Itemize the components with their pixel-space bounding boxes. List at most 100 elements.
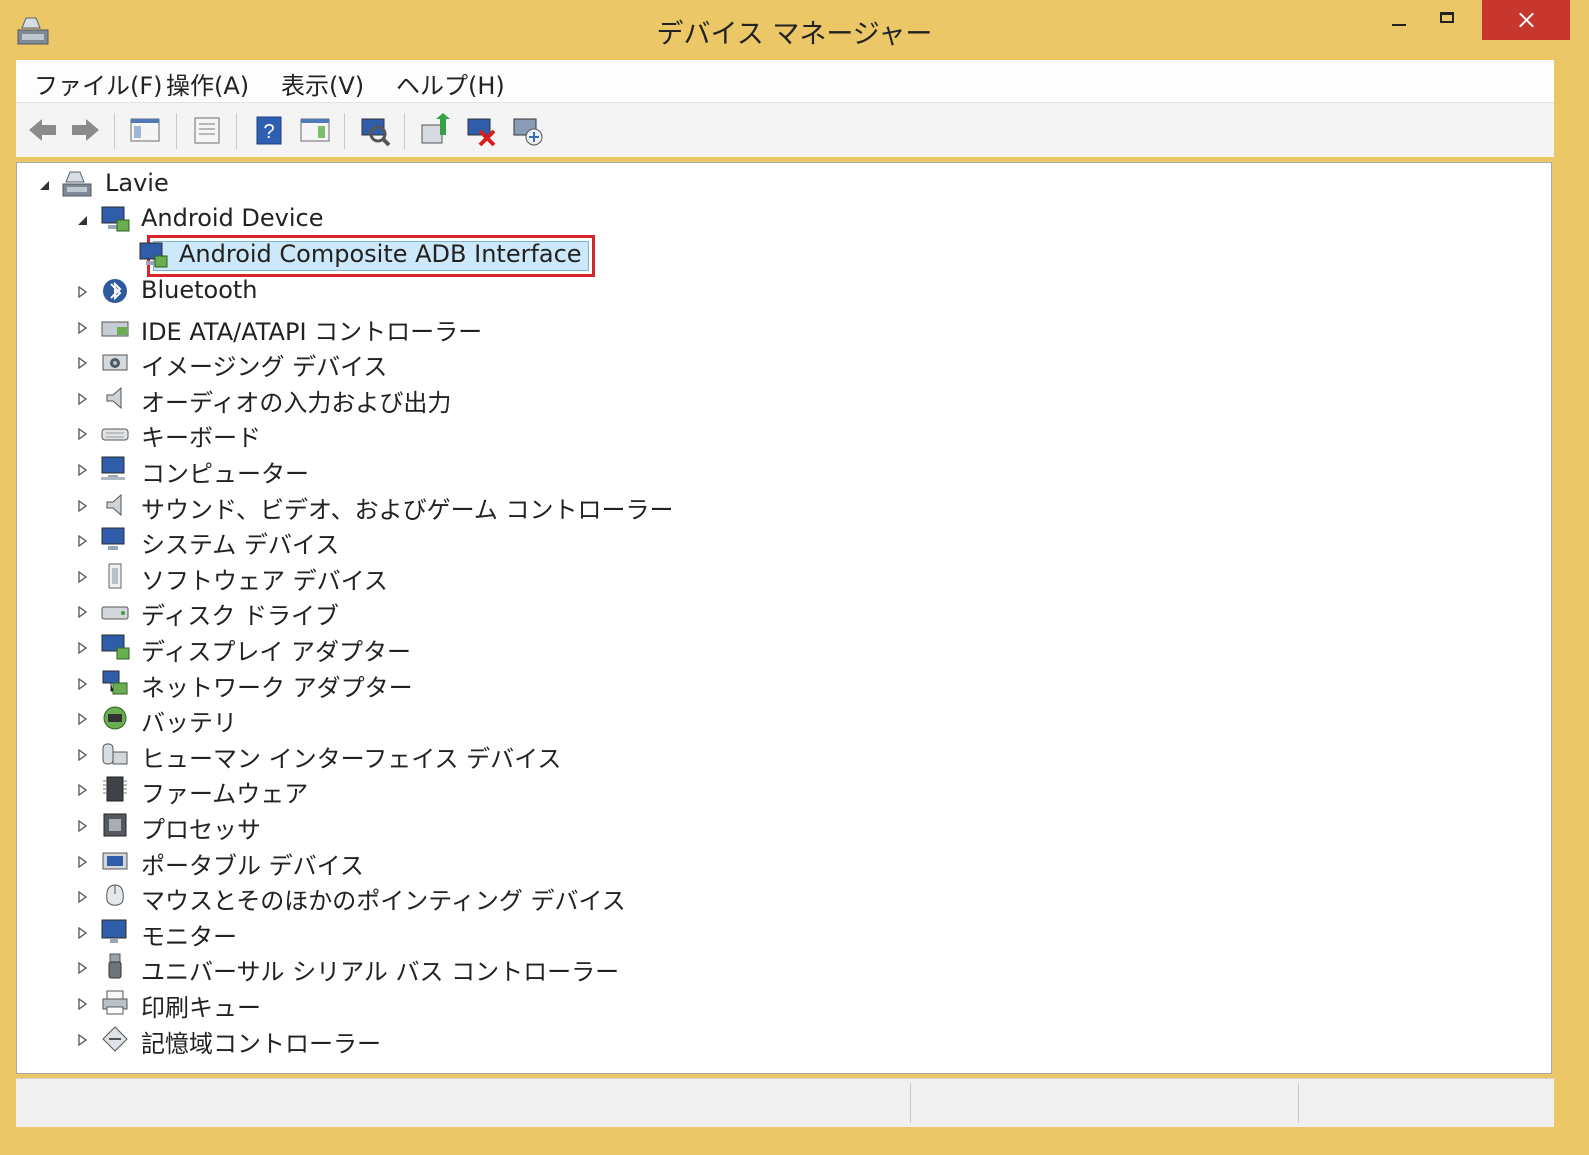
- expanded-arrow-icon[interactable]: [37, 178, 51, 192]
- category-node-usb-controller[interactable]: ユニバーサル シリアル バス コントローラー: [75, 951, 619, 986]
- category-label: 印刷キュー: [141, 994, 261, 1022]
- category-label: モニター: [141, 922, 237, 951]
- collapsed-arrow-icon[interactable]: [75, 605, 89, 619]
- close-button[interactable]: [1482, 0, 1570, 40]
- tree-root-label: Lavie: [105, 169, 169, 197]
- bluetooth-icon: [103, 279, 127, 303]
- collapsed-arrow-icon[interactable]: [75, 819, 89, 833]
- collapsed-arrow-icon[interactable]: [75, 961, 89, 975]
- collapsed-arrow-icon[interactable]: [75, 463, 89, 477]
- collapsed-arrow-icon[interactable]: [75, 926, 89, 940]
- ide-controller-icon: [101, 321, 129, 337]
- display-adapter-icon: [101, 634, 130, 660]
- category-node-processor[interactable]: プロセッサ: [75, 809, 595, 844]
- svg-text:?: ?: [263, 121, 274, 143]
- category-node-audio-input-output[interactable]: オーディオの入力および出力: [75, 382, 595, 417]
- category-node-network-adapter[interactable]: ネットワーク アダプター: [75, 667, 595, 702]
- category-node-firmware[interactable]: ファームウェア: [75, 773, 595, 808]
- category-node-keyboard[interactable]: キーボード: [75, 417, 595, 452]
- menu-bar: ファイル(F) 操作(A) 表示(V) ヘルプ(H): [16, 60, 1554, 102]
- android-adb-interface-node[interactable]: Android Composite ADB Interface: [137, 239, 582, 273]
- toolbar-separator: [344, 113, 345, 149]
- category-node-print-queue[interactable]: 印刷キュー: [75, 987, 595, 1022]
- disk-drive-icon: [101, 606, 129, 620]
- collapsed-arrow-icon[interactable]: [75, 534, 89, 548]
- menu-view[interactable]: 表示(V): [281, 66, 364, 101]
- android-device-icon: [101, 206, 130, 232]
- category-node-system-device[interactable]: システム デバイス: [75, 524, 595, 560]
- help-icon[interactable]: ?: [252, 113, 286, 147]
- category-label: ソフトウェア デバイス: [141, 566, 388, 595]
- software-device-icon: [108, 563, 122, 589]
- minimize-button[interactable]: [1378, 0, 1418, 40]
- forward-icon[interactable]: [68, 113, 102, 147]
- category-node-display-adapter[interactable]: ディスプレイ アダプター: [75, 631, 595, 666]
- mouse-icon: [106, 884, 124, 906]
- collapsed-arrow-icon[interactable]: [75, 641, 89, 655]
- action-pane-icon[interactable]: [298, 113, 332, 147]
- collapsed-arrow-icon[interactable]: [75, 677, 89, 691]
- processor-icon: [103, 813, 127, 837]
- collapsed-arrow-icon[interactable]: [75, 499, 89, 513]
- scan-hardware-icon[interactable]: [358, 113, 392, 147]
- category-node-bluetooth[interactable]: Bluetooth: [75, 275, 595, 309]
- collapsed-arrow-icon[interactable]: [75, 855, 89, 869]
- tree-root-node[interactable]: Lavie: [37, 168, 237, 202]
- category-label: ディスク ドライブ: [141, 602, 339, 631]
- collapsed-arrow-icon[interactable]: [75, 1033, 89, 1047]
- category-node-imaging-device[interactable]: イメージング デバイス: [75, 346, 595, 382]
- category-label: システム デバイス: [141, 531, 340, 560]
- category-label: コンピューター: [141, 460, 309, 488]
- category-node-portable-device[interactable]: ポータブル デバイス: [75, 845, 595, 880]
- properties-icon[interactable]: [190, 113, 224, 147]
- enable-device-icon[interactable]: [510, 113, 544, 147]
- android-device-node[interactable]: Android Device: [75, 203, 375, 237]
- system-device-icon: [101, 527, 125, 551]
- collapsed-arrow-icon[interactable]: [75, 997, 89, 1011]
- title-bar[interactable]: デバイス マネージャー: [0, 0, 1589, 58]
- device-tree[interactable]: Lavie Android Device Android Composite A…: [16, 162, 1552, 1074]
- category-node-battery[interactable]: バッテリ: [75, 702, 595, 737]
- category-node-storage-controller[interactable]: 記憶域コントローラー: [75, 1023, 595, 1058]
- category-label: オーディオの入力および出力: [141, 388, 452, 417]
- category-node-sound-video-game-controller[interactable]: サウンド、ビデオ、およびゲーム コントローラー: [75, 489, 674, 524]
- category-node-software-device[interactable]: ソフトウェア デバイス: [75, 560, 595, 595]
- back-icon[interactable]: [26, 113, 60, 147]
- category-node-human-interface-device[interactable]: ヒューマン インターフェイス デバイス: [75, 738, 595, 773]
- collapsed-arrow-icon[interactable]: [75, 712, 89, 726]
- menu-help[interactable]: ヘルプ(H): [396, 66, 505, 101]
- collapsed-arrow-icon[interactable]: [75, 392, 89, 406]
- category-node-disk-drive[interactable]: ディスク ドライブ: [75, 595, 595, 631]
- collapsed-arrow-icon[interactable]: [75, 890, 89, 904]
- category-label: ディスプレイ アダプター: [141, 638, 411, 666]
- collapsed-arrow-icon[interactable]: [75, 783, 89, 797]
- update-driver-icon[interactable]: [418, 113, 452, 147]
- computer-icon: [62, 171, 92, 197]
- category-label: イメージング デバイス: [141, 353, 388, 382]
- category-label: 記憶域コントローラー: [141, 1029, 381, 1058]
- category-label: ヒューマン インターフェイス デバイス: [141, 744, 562, 773]
- expanded-arrow-icon[interactable]: [75, 213, 89, 227]
- firmware-icon: [103, 776, 127, 802]
- collapsed-arrow-icon[interactable]: [75, 285, 89, 299]
- collapsed-arrow-icon[interactable]: [75, 321, 89, 335]
- menu-action[interactable]: 操作(A): [166, 66, 249, 101]
- category-node-monitor[interactable]: モニター: [75, 916, 595, 951]
- category-node-mouse-pointing-device[interactable]: マウスとそのほかのポインティング デバイス: [75, 880, 626, 915]
- category-label: IDE ATA/ATAPI コントローラー: [141, 317, 483, 346]
- show-hide-console-tree-icon[interactable]: [128, 113, 162, 147]
- window-title: デバイス マネージャー: [656, 19, 933, 50]
- menu-file[interactable]: ファイル(F): [34, 66, 163, 101]
- monitor-icon: [101, 919, 127, 943]
- android-adb-interface-label: Android Composite ADB Interface: [179, 240, 582, 268]
- collapsed-arrow-icon[interactable]: [75, 748, 89, 762]
- category-node-computer[interactable]: コンピューター: [75, 453, 595, 488]
- print-queue-icon: [102, 990, 128, 1015]
- disable-device-icon[interactable]: [464, 113, 498, 147]
- collapsed-arrow-icon[interactable]: [75, 570, 89, 584]
- category-node-ide-ata-atapi-controller[interactable]: IDE ATA/ATAPI コントローラー: [75, 311, 595, 346]
- maximize-button[interactable]: [1430, 0, 1470, 40]
- collapsed-arrow-icon[interactable]: [75, 356, 89, 370]
- sound-video-game-icon: [106, 493, 122, 516]
- collapsed-arrow-icon[interactable]: [75, 427, 89, 441]
